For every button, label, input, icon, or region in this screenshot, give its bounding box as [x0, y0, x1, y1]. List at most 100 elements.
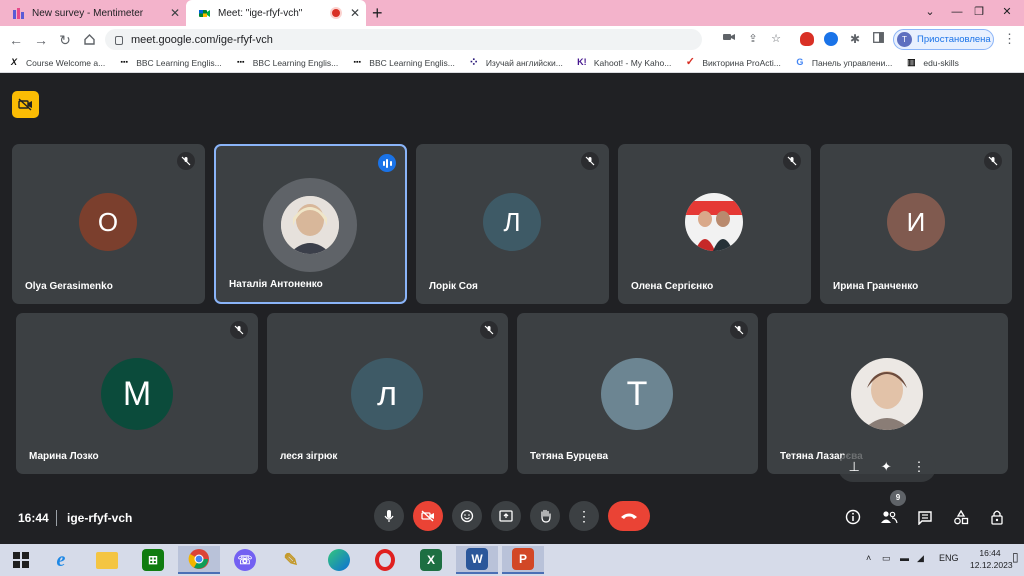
paint-brush-icon[interactable]: ✎	[270, 546, 312, 574]
more-vert-icon: ⋮	[577, 508, 591, 524]
back-icon[interactable]: ←	[6, 30, 26, 50]
profile-button[interactable]: T Приостановлена	[893, 29, 994, 50]
participant-name: Тетяна Бурцева	[530, 451, 609, 462]
present-screen-button[interactable]	[491, 501, 521, 531]
adblock-extension-icon[interactable]	[800, 32, 814, 46]
meeting-details-button[interactable]	[843, 507, 863, 527]
internet-explorer-icon[interactable]: e	[40, 546, 82, 574]
participant-tile[interactable]: Т Тетяна Бурцева	[517, 313, 758, 474]
word-icon[interactable]: W	[456, 546, 498, 574]
powerpoint-icon[interactable]: P	[502, 546, 544, 574]
host-controls-button[interactable]	[987, 507, 1007, 527]
reload-icon[interactable]: ↻	[55, 30, 75, 50]
forward-icon[interactable]: →	[31, 30, 51, 50]
camera-off-icon	[421, 510, 434, 522]
side-panel-icon[interactable]	[871, 32, 885, 46]
chat-button[interactable]	[915, 507, 935, 527]
notifications-icon[interactable]: ▯	[1012, 550, 1019, 564]
show-hidden-icons[interactable]: ˄	[866, 553, 871, 563]
bookmarks-bar: X Course Welcome a... ▪▪▪ BBC Learning Eng…	[0, 53, 1024, 73]
more-options-button[interactable]: ⋮	[569, 501, 599, 531]
participant-photo	[281, 196, 339, 254]
microphone-button[interactable]	[374, 501, 404, 531]
people-button[interactable]	[879, 507, 899, 527]
more-options-icon[interactable]: ⋮	[913, 459, 926, 475]
participant-name: Наталія Антоненко	[229, 279, 323, 290]
bookmark-item[interactable]: K! Kahoot! - My Kaho...	[576, 57, 671, 68]
extension-circle-icon[interactable]	[824, 32, 838, 46]
language-indicator[interactable]: ENG	[939, 553, 959, 563]
meet-stage: O Olya Gerasimenko Наталія Антоненко Л Л…	[0, 73, 1024, 544]
participant-name: Марина Лозко	[29, 451, 99, 462]
participant-name: Лорік Соя	[429, 281, 478, 292]
participant-tile[interactable]: Олена Сергієнко	[618, 144, 811, 304]
tab-search-icon[interactable]: ⌄	[915, 0, 945, 26]
participant-name: леся зігрюк	[280, 451, 338, 462]
camera-off-button[interactable]	[413, 501, 443, 531]
store-icon[interactable]: ⊞	[132, 546, 174, 574]
avatar: Т	[601, 358, 673, 430]
leave-call-button[interactable]	[608, 501, 650, 531]
new-tab-button[interactable]: +	[372, 3, 383, 23]
bookmark-star-icon[interactable]: ☆	[769, 32, 783, 46]
close-tab-icon[interactable]: ✕	[344, 6, 366, 20]
opera-icon[interactable]	[364, 546, 406, 574]
edge-icon[interactable]	[318, 546, 360, 574]
dots-icon: ⁘	[468, 55, 479, 69]
excel-icon[interactable]: X	[410, 546, 452, 574]
home-icon[interactable]	[79, 30, 99, 50]
viber-icon[interactable]: ☏	[224, 546, 266, 574]
profile-avatar: T	[897, 32, 912, 47]
pin-icon[interactable]: ⊥	[848, 459, 859, 475]
reactions-button[interactable]	[452, 501, 482, 531]
mic-off-icon	[783, 152, 801, 170]
check-icon: ✓	[685, 56, 695, 68]
windows-start-icon[interactable]	[0, 546, 42, 574]
camera-icon[interactable]	[722, 32, 736, 46]
bookmark-item[interactable]: ▪▪▪ BBC Learning Englis...	[351, 57, 455, 68]
close-tab-icon[interactable]: ✕	[164, 6, 186, 20]
bookmark-item[interactable]: X Course Welcome a...	[8, 57, 105, 68]
mic-off-icon	[730, 321, 748, 339]
activities-button[interactable]	[951, 507, 971, 527]
tile-hover-controls: ⊥ ✦ ⋮	[838, 452, 936, 482]
tab-meet[interactable]: Meet: "ige-rfyf-vch" ✕	[186, 0, 366, 26]
info-icon	[845, 509, 861, 525]
bookmark-item[interactable]: ✓ Викторина ProActi...	[684, 57, 781, 68]
battery-icon[interactable]: ▬	[900, 553, 909, 563]
tab-title: Meet: "ige-rfyf-vch"	[218, 7, 303, 19]
participant-tile[interactable]: И Ирина Гранченко	[820, 144, 1012, 304]
bookmark-item[interactable]: G Панель управлени...	[794, 57, 892, 68]
network-icon[interactable]: ▭	[882, 553, 891, 564]
bookmark-item[interactable]: ▪▪▪ BBC Learning Englis...	[118, 57, 221, 68]
meeting-code: ige-rfyf-vch	[67, 511, 133, 525]
meeting-clock: 16:44	[18, 511, 49, 525]
tab-mentimeter[interactable]: New survey - Mentimeter ✕	[0, 0, 186, 26]
participant-tile[interactable]: л леся зігрюк	[267, 313, 508, 474]
participant-name: Olya Gerasimenko	[25, 281, 113, 292]
chrome-icon[interactable]	[178, 546, 220, 574]
participant-tile[interactable]: O Olya Gerasimenko	[12, 144, 205, 304]
shapes-icon	[954, 509, 969, 524]
window-close-icon[interactable]: ✕	[992, 0, 1022, 26]
system-clock[interactable]: 16:44 12.12.2023	[970, 547, 1013, 571]
participant-tile[interactable]: М Марина Лозко	[16, 313, 258, 474]
people-icon	[881, 511, 898, 524]
hidden-tiles-badge[interactable]	[12, 91, 39, 118]
address-bar[interactable]: meet.google.com/ige-rfyf-vch	[105, 29, 702, 50]
participant-tile-speaking[interactable]: Наталія Антоненко	[214, 144, 407, 304]
bookmark-item[interactable]: ⁘ Изучай английски...	[468, 55, 563, 69]
share-icon[interactable]: ⇪	[746, 32, 760, 46]
bookmark-item[interactable]: ▪▪▪ BBC Learning Englis...	[235, 57, 338, 68]
restore-icon[interactable]: ❐	[964, 0, 994, 26]
chat-icon	[918, 510, 932, 525]
browser-menu-icon[interactable]: ⋮	[1003, 32, 1016, 46]
participant-tile[interactable]: Л Лорік Соя	[416, 144, 609, 304]
raise-hand-button[interactable]	[530, 501, 560, 531]
file-explorer-icon[interactable]	[86, 546, 128, 574]
wifi-icon[interactable]: ◢	[917, 553, 924, 564]
effects-sparkle-icon[interactable]: ✦	[881, 459, 892, 475]
extensions-puzzle-icon[interactable]: ✱	[848, 32, 862, 46]
bookmark-item[interactable]: ▥ edu-skills	[905, 57, 959, 68]
participant-tile[interactable]: Тетяна Лазарєва	[767, 313, 1008, 474]
